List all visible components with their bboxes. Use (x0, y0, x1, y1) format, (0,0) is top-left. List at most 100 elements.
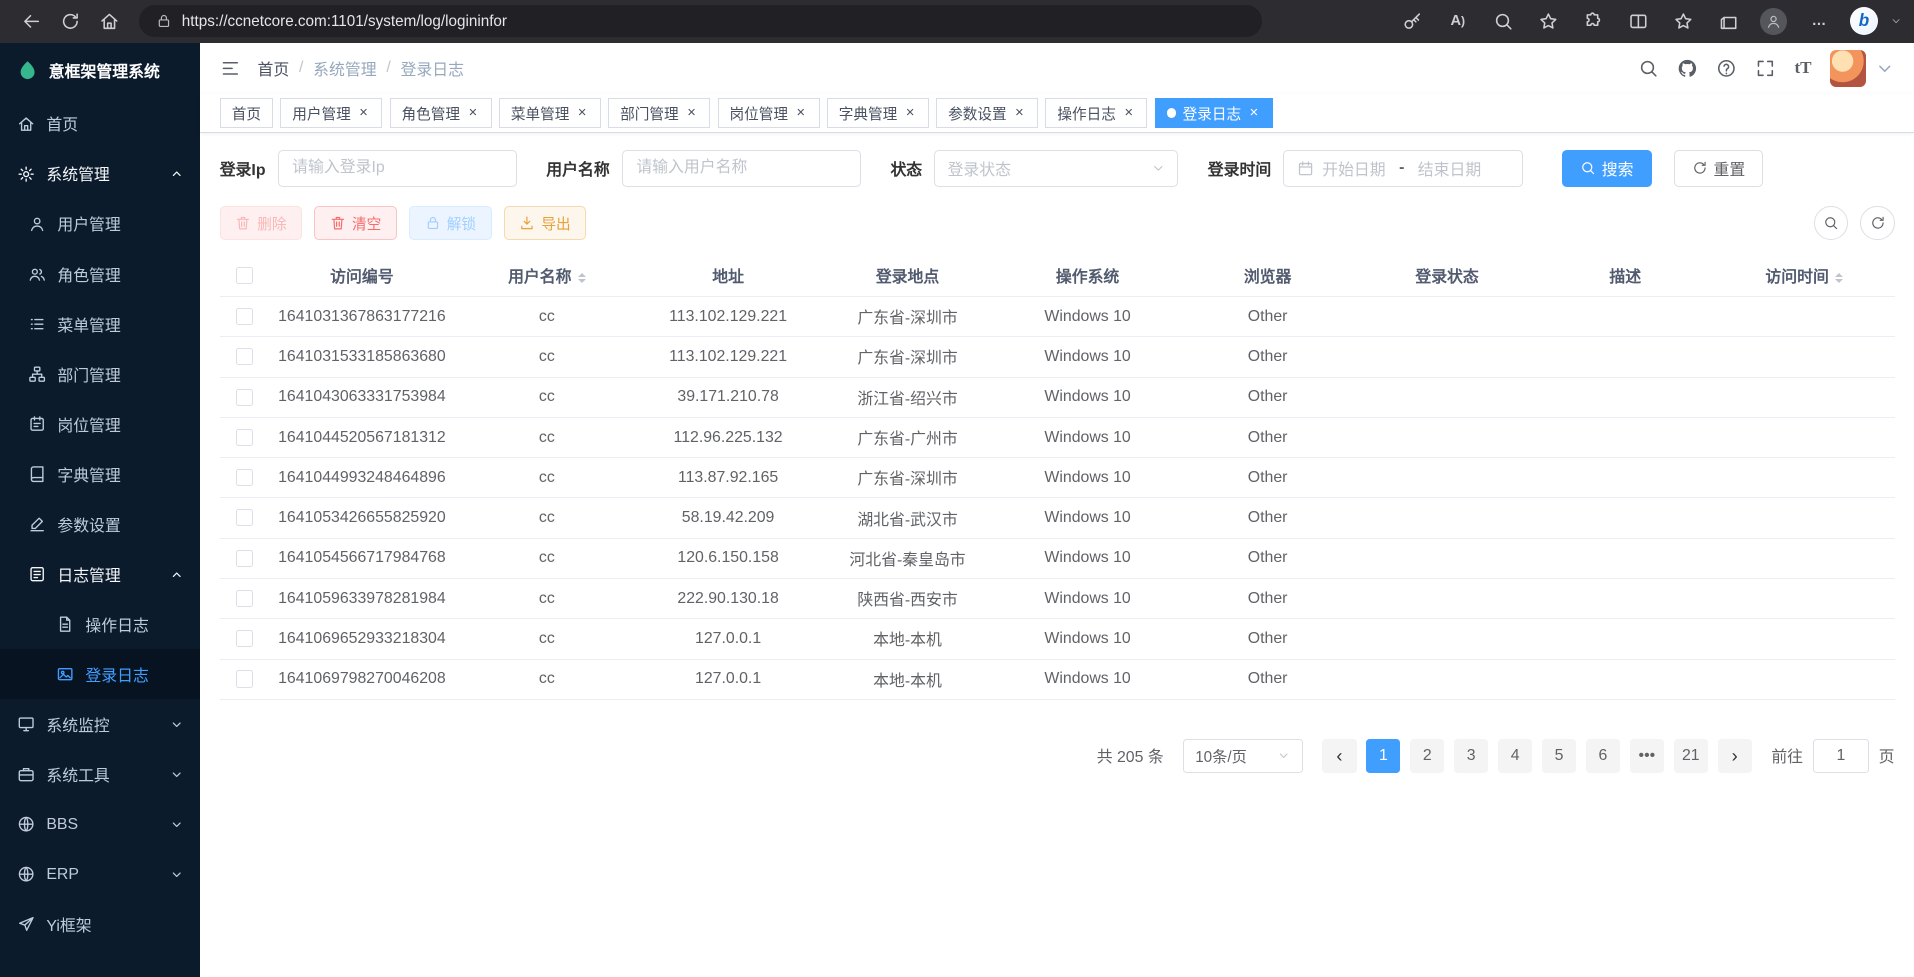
row-checkbox[interactable] (236, 509, 253, 526)
row-checkbox[interactable] (236, 469, 253, 486)
row-checkbox[interactable] (236, 670, 253, 687)
close-icon[interactable]: × (1247, 104, 1260, 121)
prev-page-button[interactable]: ‹ (1322, 739, 1356, 773)
row-checkbox[interactable] (236, 389, 253, 406)
zoom-icon[interactable] (1483, 4, 1522, 38)
sidebar-item-15[interactable]: ERP (0, 850, 200, 900)
tab-0[interactable]: 首页 (220, 98, 273, 129)
menu-fold-icon[interactable] (220, 58, 241, 79)
close-icon[interactable]: × (794, 104, 807, 121)
browser-back-icon[interactable] (12, 4, 51, 38)
row-checkbox[interactable] (236, 550, 253, 567)
close-icon[interactable]: × (1122, 104, 1135, 121)
sidebar-item-11[interactable]: 登录日志 (0, 649, 200, 699)
page-button-2[interactable]: 2 (1410, 739, 1444, 773)
delete-button[interactable]: 删除 (220, 206, 303, 240)
tab-4[interactable]: 部门管理× (608, 98, 710, 129)
sidebar-item-3[interactable]: 角色管理 (0, 249, 200, 299)
tab-5[interactable]: 岗位管理× (718, 98, 820, 129)
browser-more-icon[interactable]: … (1799, 4, 1838, 38)
clear-button[interactable]: 清空 (314, 206, 397, 240)
row-checkbox[interactable] (236, 630, 253, 647)
close-icon[interactable]: × (357, 104, 370, 121)
column-header-1[interactable]: 用户名称 (455, 255, 638, 297)
sidebar-item-4[interactable]: 菜单管理 (0, 299, 200, 349)
ip-input[interactable] (278, 150, 517, 187)
collections-icon[interactable] (1709, 4, 1748, 38)
close-icon[interactable]: × (575, 104, 588, 121)
refresh-table-icon[interactable] (1860, 206, 1894, 240)
browser-home-icon[interactable] (90, 4, 129, 38)
extensions-icon[interactable] (1574, 4, 1613, 38)
row-checkbox[interactable] (236, 348, 253, 365)
export-button[interactable]: 导出 (504, 206, 587, 240)
sidebar-item-2[interactable]: 用户管理 (0, 199, 200, 249)
tab-6[interactable]: 字典管理× (827, 98, 929, 129)
github-icon[interactable] (1677, 58, 1698, 79)
search-icon[interactable] (1638, 58, 1659, 79)
copilot-icon[interactable]: b (1845, 4, 1884, 38)
unlock-button[interactable]: 解锁 (409, 206, 492, 240)
breadcrumb-home[interactable]: 首页 (258, 57, 290, 80)
chevron-down-icon[interactable] (1890, 10, 1902, 33)
favorites-add-icon[interactable] (1529, 4, 1568, 38)
sidebar-item-10[interactable]: 操作日志 (0, 599, 200, 649)
tab-1[interactable]: 用户管理× (280, 98, 382, 129)
reset-button[interactable]: 重置 (1674, 150, 1764, 187)
close-icon[interactable]: × (1013, 104, 1026, 121)
row-checkbox[interactable] (236, 308, 253, 325)
sidebar-item-6[interactable]: 岗位管理 (0, 399, 200, 449)
font-size-icon[interactable]: tT (1794, 58, 1811, 78)
page-button-4[interactable]: 4 (1498, 739, 1532, 773)
sort-carets[interactable] (1835, 269, 1843, 287)
tab-2[interactable]: 角色管理× (390, 98, 492, 129)
search-button[interactable]: 搜索 (1562, 150, 1652, 187)
page-button-6[interactable]: 6 (1586, 739, 1620, 773)
help-icon[interactable] (1716, 58, 1737, 79)
close-icon[interactable]: × (903, 104, 916, 121)
page-button-1[interactable]: 1 (1366, 739, 1400, 773)
favorites-icon[interactable] (1664, 4, 1703, 38)
browser-refresh-icon[interactable] (51, 4, 90, 38)
sidebar-item-0[interactable]: 首页 (0, 99, 200, 149)
row-checkbox[interactable] (236, 429, 253, 446)
page-size-select[interactable]: 10条/页 (1183, 739, 1303, 773)
tab-9[interactable]: 登录日志× (1155, 98, 1273, 129)
password-key-icon[interactable] (1393, 4, 1432, 38)
goto-page-input[interactable] (1813, 739, 1869, 773)
row-checkbox[interactable] (236, 590, 253, 607)
date-range-picker[interactable]: 开始日期 - 结束日期 (1283, 150, 1522, 187)
sidebar-item-8[interactable]: 参数设置 (0, 499, 200, 549)
address-bar[interactable]: https://ccnetcore.com:1101/system/log/lo… (139, 5, 1262, 37)
sidebar-item-7[interactable]: 字典管理 (0, 449, 200, 499)
next-page-button[interactable]: › (1718, 739, 1752, 773)
toggle-search-icon[interactable] (1814, 206, 1848, 240)
sidebar-item-9[interactable]: 日志管理 (0, 549, 200, 599)
username-input[interactable] (622, 150, 861, 187)
sidebar-item-1[interactable]: 系统管理 (0, 149, 200, 199)
sort-carets[interactable] (578, 269, 586, 287)
select-all-checkbox[interactable] (236, 267, 253, 284)
tab-3[interactable]: 菜单管理× (499, 98, 601, 129)
close-icon[interactable]: × (466, 104, 479, 121)
chevron-down-icon[interactable] (1875, 59, 1895, 79)
sidebar-item-13[interactable]: 系统工具 (0, 749, 200, 799)
user-avatar[interactable] (1830, 50, 1867, 87)
split-screen-icon[interactable] (1619, 4, 1658, 38)
status-select[interactable]: 登录状态 (934, 150, 1178, 187)
tab-8[interactable]: 操作日志× (1045, 98, 1147, 129)
page-ellipsis[interactable]: ••• (1630, 739, 1664, 773)
fullscreen-icon[interactable] (1755, 58, 1776, 79)
sidebar-item-16[interactable]: Yi框架 (0, 900, 200, 950)
close-icon[interactable]: × (685, 104, 698, 121)
page-button-21[interactable]: 21 (1674, 739, 1708, 773)
column-header-8[interactable]: 访问时间 (1714, 255, 1895, 297)
sidebar-item-12[interactable]: 系统监控 (0, 699, 200, 749)
read-aloud-icon[interactable]: A) (1438, 4, 1477, 38)
page-button-3[interactable]: 3 (1454, 739, 1488, 773)
page-button-5[interactable]: 5 (1542, 739, 1576, 773)
sidebar-item-14[interactable]: BBS (0, 800, 200, 850)
browser-profile-icon[interactable] (1754, 4, 1793, 38)
tab-7[interactable]: 参数设置× (936, 98, 1038, 129)
sidebar-item-5[interactable]: 部门管理 (0, 349, 200, 399)
